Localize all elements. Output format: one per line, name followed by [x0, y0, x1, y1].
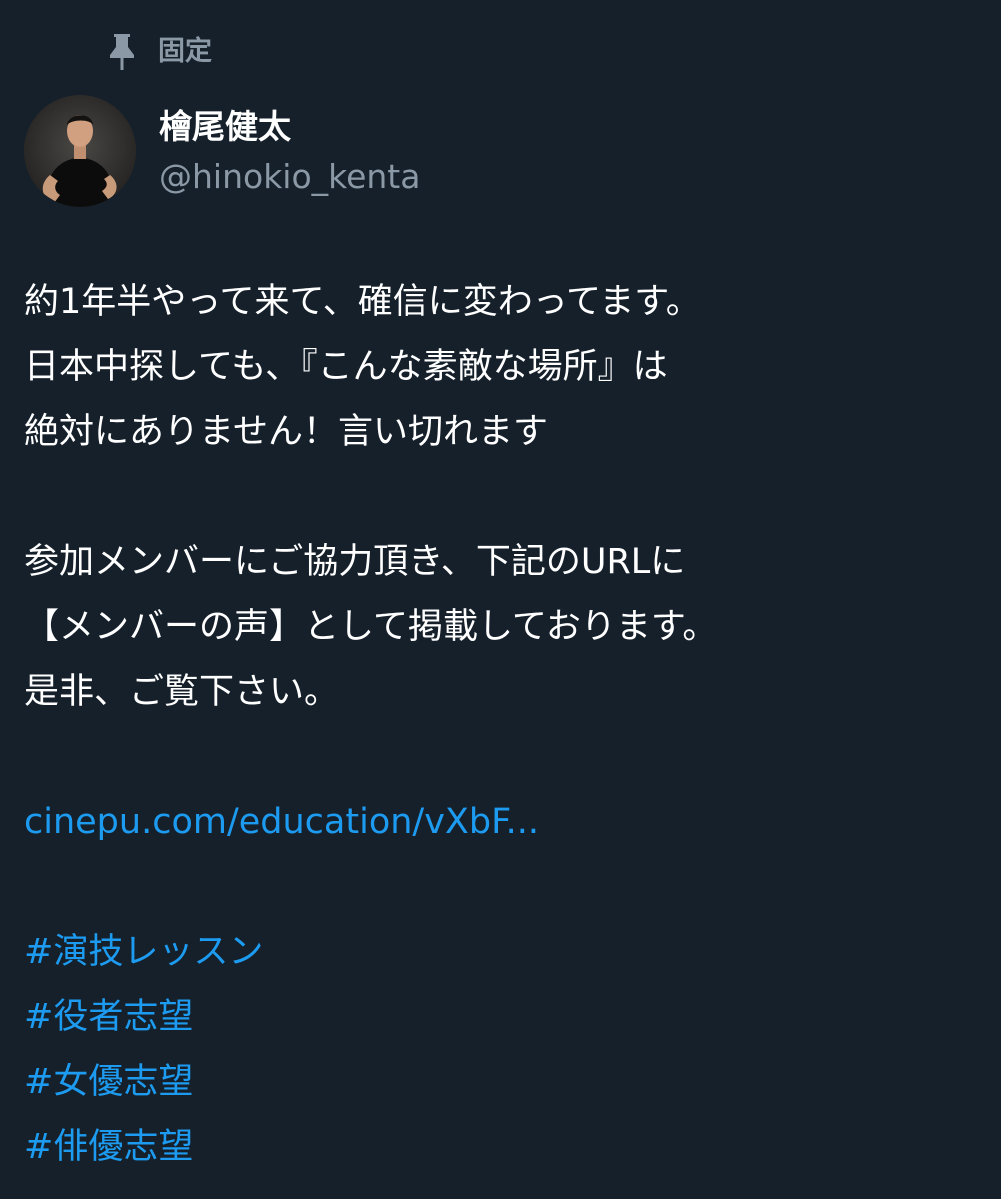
tweet-line: 日本中探しても、『こんな素敵な場所』は	[24, 347, 668, 387]
tweet-link[interactable]: cinepu.com/education/vXbF...	[24, 790, 984, 855]
pinned-indicator: 固定	[108, 30, 212, 74]
hashtag-link[interactable]: #役者志望	[24, 985, 984, 1050]
tweet-line: 絶対にありません！言い切れます	[24, 412, 548, 452]
avatar[interactable]	[24, 95, 136, 207]
hashtag-link[interactable]: #女優志望	[24, 1050, 984, 1115]
user-handle[interactable]: @hinokio_kenta	[159, 153, 420, 201]
hashtag-link[interactable]: #俳優志望	[24, 1115, 984, 1180]
hashtag-link[interactable]: #演技レッスン	[24, 920, 984, 985]
tweet-line: 【メンバーの声】として掲載しております。	[24, 607, 718, 647]
tweet-line: 約1年半やって来て、確信に変わってます。	[24, 282, 701, 322]
tweet-author: 檜尾健太 @hinokio_kenta	[159, 103, 420, 201]
pinned-label: 固定	[158, 36, 212, 67]
display-name[interactable]: 檜尾健太	[159, 103, 420, 151]
tweet-text: 約1年半やって来て、確信に変わってます。 日本中探しても、『こんな素敵な場所』は…	[24, 270, 984, 1180]
tweet-line: 是非、ご覧下さい。	[24, 672, 340, 712]
tweet-line: 参加メンバーにご協力頂き、下記のURLに	[24, 542, 686, 582]
pin-icon	[108, 32, 136, 72]
